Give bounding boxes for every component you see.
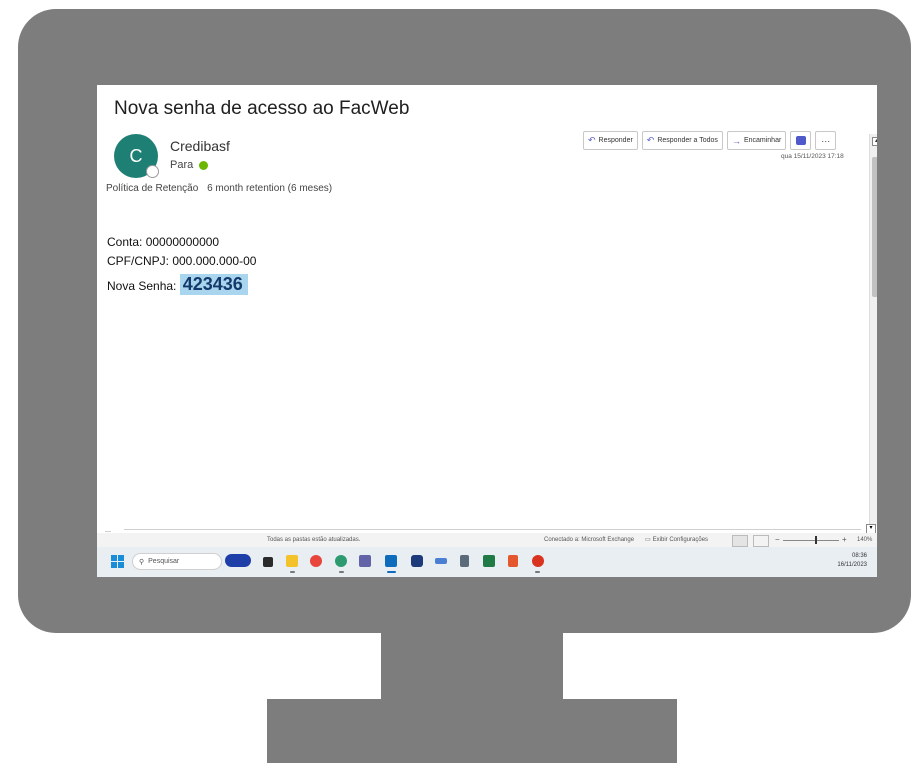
clock-date: 16/11/2023 <box>837 562 867 568</box>
search-icon: ⚲ <box>139 558 145 566</box>
monitor-neck <box>381 630 563 702</box>
monitor-base <box>267 699 677 763</box>
active-indicator <box>387 571 396 573</box>
email-date: qua 15/11/2023 17:18 <box>781 153 844 160</box>
taskbar-search[interactable]: ⚲ Pesquisar <box>132 553 222 570</box>
retention-policy: Política de Retenção 6 month retention (… <box>106 183 332 194</box>
cpf-line: CPF/CNPJ: 000.000.000-00 <box>107 254 257 268</box>
normal-view-button[interactable] <box>732 535 748 547</box>
sync-status: Todas as pastas estão atualizadas. <box>267 537 361 543</box>
teams-icon <box>795 136 806 145</box>
display-settings-icon: ▭ <box>645 537 651 543</box>
recipient-row: Para <box>170 159 209 171</box>
new-password-value: 423436 <box>179 274 248 295</box>
connection-status[interactable]: Conectado a: Microsoft Exchange <box>544 537 634 543</box>
app-icon[interactable] <box>411 555 423 567</box>
forward-label: Encaminhar <box>743 137 782 144</box>
running-indicator <box>290 571 295 573</box>
search-placeholder: Pesquisar <box>148 558 180 565</box>
vertical-scrollbar[interactable]: ▴ <box>869 134 877 526</box>
display-settings-button[interactable]: ▭ Exibir Configurações <box>645 536 709 544</box>
presence-status-icon <box>146 165 159 178</box>
account-line: Conta: 00000000000 <box>107 235 220 249</box>
zoom-slider-handle[interactable] <box>815 536 817 544</box>
forward-button[interactable]: → Encaminhar <box>726 131 787 150</box>
more-actions-button[interactable]: ··· <box>815 131 837 150</box>
file-explorer-icon[interactable] <box>286 555 298 567</box>
app-icon[interactable] <box>508 555 518 567</box>
avatar-initial: C <box>129 145 143 166</box>
excel-icon[interactable] <box>483 555 495 567</box>
zoom-slider[interactable] <box>783 540 839 541</box>
message-actions: ↶ Responder ↶ Responder a Todos → Encami… <box>583 131 837 150</box>
recipient-presence-icon[interactable] <box>199 160 209 170</box>
running-indicator <box>535 571 540 573</box>
new-password-line: Nova Senha: 423436 <box>107 274 248 295</box>
display-settings-label: Exibir Configurações <box>652 536 709 543</box>
zoom-out-button[interactable]: − <box>775 535 780 544</box>
monitor-frame: Nova senha de acesso ao FacWeb C Crediba… <box>18 9 911 633</box>
teams-app-icon[interactable] <box>359 555 371 567</box>
zoom-in-button[interactable]: + <box>842 535 847 544</box>
reply-all-icon: ↶ <box>646 135 655 145</box>
windows-start-icon[interactable] <box>111 555 124 568</box>
horizontal-scrollbar[interactable] <box>124 529 861 530</box>
chrome-icon[interactable] <box>310 555 322 567</box>
zoom-level[interactable]: 140% <box>857 537 872 543</box>
screen: Nova senha de acesso ao FacWeb C Crediba… <box>97 85 877 577</box>
retention-label: Política de Retenção <box>106 183 199 194</box>
reply-all-button[interactable]: ↶ Responder a Todos <box>641 131 723 150</box>
sender-name[interactable]: Credibasf <box>170 138 230 154</box>
taskbar: ⚲ Pesquisar 08:36 16/11/2023 <box>97 547 877 577</box>
teams-button[interactable] <box>790 131 812 150</box>
reply-label: Responder <box>598 137 633 144</box>
task-view-icon[interactable] <box>263 557 273 567</box>
reply-button[interactable]: ↶ Responder <box>583 131 638 150</box>
running-indicator <box>339 571 344 573</box>
email-reading-pane: Nova senha de acesso ao FacWeb C Crediba… <box>103 85 877 526</box>
edge-icon[interactable] <box>335 555 347 567</box>
divider-left <box>105 531 111 532</box>
new-password-label: Nova Senha: <box>107 279 177 293</box>
clock-time: 08:36 <box>851 553 867 559</box>
powerpoint-icon[interactable] <box>532 555 544 567</box>
calculator-icon[interactable] <box>460 555 469 567</box>
pen-app-icon[interactable] <box>435 558 447 564</box>
email-subject: Nova senha de acesso ao FacWeb <box>114 98 410 119</box>
to-label: Para <box>170 159 194 171</box>
system-clock[interactable]: 08:36 16/11/2023 <box>825 552 867 570</box>
reply-all-label: Responder a Todos <box>657 137 718 144</box>
scroll-up-icon[interactable]: ▴ <box>872 137 877 146</box>
retention-value: 6 month retention (6 meses) <box>207 183 333 194</box>
outlook-icon[interactable] <box>385 555 397 567</box>
reading-view-button[interactable] <box>753 535 769 547</box>
status-bar: Todas as pastas estão atualizadas. Conec… <box>97 533 877 547</box>
reply-icon: ↶ <box>588 135 596 145</box>
scroll-thumb[interactable] <box>872 157 877 297</box>
forward-icon: → <box>731 135 741 146</box>
widgets-icon[interactable] <box>225 554 251 567</box>
